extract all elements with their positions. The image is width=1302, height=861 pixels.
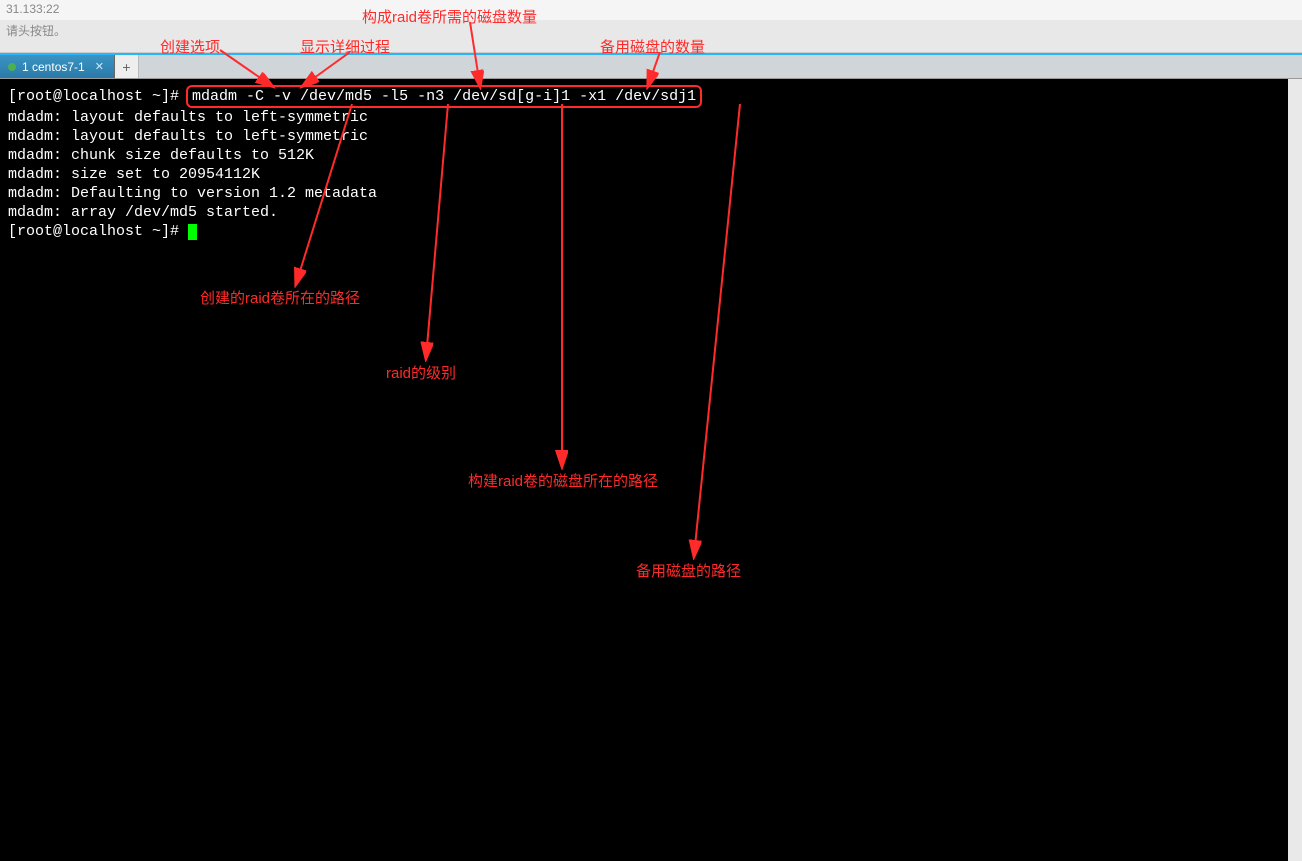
output-line: mdadm: Defaulting to version 1.2 metadat… — [8, 185, 377, 202]
output-line: mdadm: size set to 20954112K — [8, 166, 260, 183]
prompt: [root@localhost ~]# — [8, 223, 188, 240]
prompt: [root@localhost ~]# — [8, 88, 188, 105]
new-tab-button[interactable]: + — [115, 55, 139, 78]
scrollbar-track[interactable] — [1288, 79, 1302, 861]
cursor-icon — [188, 224, 197, 240]
toolbar-strip: 请头按钮。 — [0, 20, 1302, 53]
command-text: mdadm -C -v /dev/md5 -l5 -n3 /dev/sd[g-i… — [192, 88, 696, 105]
tab-label: 1 centos7-1 — [22, 60, 85, 74]
output-line: mdadm: chunk size defaults to 512K — [8, 147, 314, 164]
output-line: mdadm: array /dev/md5 started. — [8, 204, 278, 221]
terminal[interactable]: [root@localhost ~]# mdadm -C -v /dev/md5… — [0, 79, 1302, 861]
close-icon[interactable]: ✕ — [95, 60, 104, 73]
toolbar-hint: 请头按钮。 — [6, 24, 66, 38]
command-highlight-box: mdadm -C -v /dev/md5 -l5 -n3 /dev/sd[g-i… — [186, 85, 702, 108]
tab-bar: 1 centos7-1 ✕ + — [0, 53, 1302, 79]
status-dot-icon — [8, 63, 16, 71]
output-line: mdadm: layout defaults to left-symmetric — [8, 109, 368, 126]
output-line: mdadm: layout defaults to left-symmetric — [8, 128, 368, 145]
tab-centos7-1[interactable]: 1 centos7-1 ✕ — [0, 55, 115, 78]
window-titlebar: 31.133:22 — [0, 0, 1302, 20]
titlebar-text: 31.133:22 — [6, 2, 59, 16]
